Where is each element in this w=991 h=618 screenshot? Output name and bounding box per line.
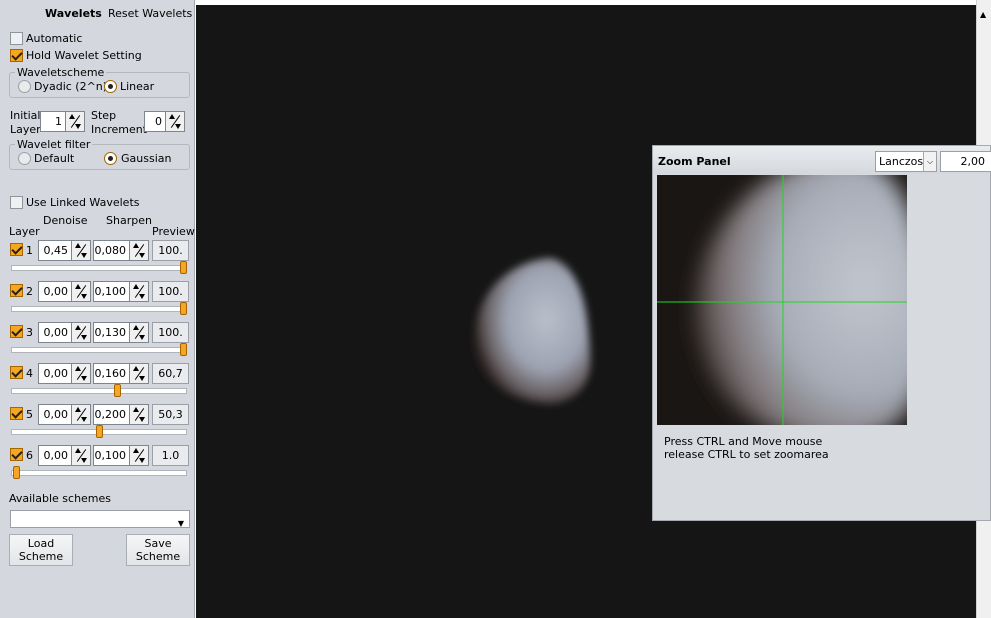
layer-enable-checkbox[interactable]	[10, 448, 23, 461]
interpolation-select[interactable]: Lanczos ⌵	[875, 151, 937, 172]
save-scheme-button[interactable]: Save Scheme	[126, 534, 190, 566]
scheme-select[interactable]: ▼	[10, 510, 190, 528]
zoom-preview[interactable]	[657, 175, 907, 425]
zoom-factor-field[interactable]: 2,00	[940, 151, 991, 172]
wavelet-filter-title: Wavelet filter	[15, 138, 93, 151]
waveletscheme-title: Waveletscheme	[15, 66, 107, 79]
linear-radio[interactable]	[104, 80, 117, 93]
layer-slider-thumb[interactable]	[113, 384, 121, 397]
sharpen-spinner[interactable]: 0,200	[93, 404, 149, 425]
gaussian-radio[interactable]	[104, 152, 117, 165]
available-schemes-label: Available schemes	[9, 492, 112, 505]
scroll-up-icon[interactable]: ▲	[980, 10, 986, 19]
linked-wavelets-checkbox[interactable]	[10, 196, 23, 209]
sharpen-spinner[interactable]: 0,100	[93, 445, 149, 466]
layer-slider-thumb[interactable]	[180, 343, 187, 356]
denoise-header: Denoise	[43, 214, 88, 227]
panel-title[interactable]: Wavelets	[45, 7, 102, 20]
step-label-1: Step	[91, 109, 117, 122]
spinner-arrows-icon[interactable]	[165, 112, 184, 131]
denoise-spinner[interactable]: 0,00	[38, 322, 91, 343]
layer-slider-track[interactable]	[11, 470, 187, 476]
denoise-spinner[interactable]: 0,00	[38, 363, 91, 384]
preview-button[interactable]: 100.	[152, 322, 189, 343]
layer-slider-track[interactable]	[11, 388, 187, 394]
layer-enable-checkbox[interactable]	[10, 243, 23, 256]
sharpen-spinner[interactable]: 0,100	[93, 281, 149, 302]
spinner-arrows-icon[interactable]	[129, 323, 148, 342]
initial-label-2: Layer	[10, 123, 41, 136]
automatic-label: Automatic	[26, 32, 83, 45]
gaussian-label: Gaussian	[121, 152, 172, 165]
preview-button[interactable]: 100.	[152, 281, 189, 302]
linked-wavelets-label: Use Linked Wavelets	[26, 196, 140, 209]
spinner-arrows-icon[interactable]	[71, 446, 90, 465]
layer-number: 6	[26, 449, 33, 462]
dropdown-arrow-icon[interactable]: ▼	[178, 514, 184, 533]
linear-label: Linear	[120, 80, 155, 93]
spinner-arrows-icon[interactable]	[129, 241, 148, 260]
denoise-spinner[interactable]: 0,00	[38, 404, 91, 425]
layer-enable-checkbox[interactable]	[10, 284, 23, 297]
zoom-panel[interactable]: Zoom Panel Lanczos ⌵ 2,00 Press CTRL and…	[652, 145, 991, 521]
spinner-arrows-icon[interactable]	[71, 364, 90, 383]
preview-header: Preview	[152, 225, 195, 238]
denoise-spinner[interactable]: 0,00	[38, 445, 91, 466]
layer-enable-checkbox[interactable]	[10, 325, 23, 338]
spinner-arrows-icon[interactable]	[71, 282, 90, 301]
spinner-arrows-icon[interactable]	[129, 446, 148, 465]
sharpen-spinner[interactable]: 0,130	[93, 322, 149, 343]
load-scheme-button[interactable]: Load Scheme	[9, 534, 73, 566]
sharpen-header: Sharpen	[106, 214, 152, 227]
preview-button[interactable]: 50,3	[152, 404, 189, 425]
spinner-arrows-icon[interactable]	[65, 112, 84, 131]
layer-number: 2	[26, 285, 33, 298]
layer-slider-thumb[interactable]	[12, 466, 20, 479]
layer-number: 3	[26, 326, 33, 339]
preview-button[interactable]: 1.0	[152, 445, 189, 466]
chevron-down-icon[interactable]: ⌵	[923, 152, 936, 171]
default-radio[interactable]	[18, 152, 31, 165]
zoomed-planet-image	[657, 175, 907, 425]
zoom-panel-title: Zoom Panel	[658, 155, 731, 168]
automatic-checkbox[interactable]	[10, 32, 23, 45]
layer-slider-track[interactable]	[11, 265, 187, 271]
hold-wavelet-checkbox[interactable]	[10, 49, 23, 62]
sharpen-spinner[interactable]: 0,080	[93, 240, 149, 261]
sharpen-spinner[interactable]: 0,160	[93, 363, 149, 384]
spinner-arrows-icon[interactable]	[129, 405, 148, 424]
spinner-arrows-icon[interactable]	[71, 405, 90, 424]
denoise-spinner[interactable]: 0,00	[38, 281, 91, 302]
initial-layer-spinner[interactable]: 1	[40, 111, 85, 132]
initial-label-1: Initial	[10, 109, 41, 122]
step-label-2: Increment	[91, 123, 148, 136]
spinner-arrows-icon[interactable]	[71, 241, 90, 260]
hold-wavelet-label: Hold Wavelet Setting	[26, 49, 142, 62]
layer-slider-track[interactable]	[11, 347, 187, 353]
zoom-hint-line2: release CTRL to set zoomarea	[664, 448, 829, 461]
reset-wavelets-button[interactable]: Reset Wavelets	[108, 7, 192, 20]
spinner-arrows-icon[interactable]	[129, 282, 148, 301]
layer-slider-track[interactable]	[11, 306, 187, 312]
layer-number: 1	[26, 244, 33, 257]
preview-button[interactable]: 100.	[152, 240, 189, 261]
spinner-arrows-icon[interactable]	[71, 323, 90, 342]
step-increment-spinner[interactable]: 0	[144, 111, 185, 132]
wavelet-panel: Wavelets Reset Wavelets Automatic Hold W…	[0, 0, 195, 618]
zoom-hint-line1: Press CTRL and Move mouse	[664, 435, 823, 448]
layer-number: 5	[26, 408, 33, 421]
spinner-arrows-icon[interactable]	[129, 364, 148, 383]
layer-enable-checkbox[interactable]	[10, 366, 23, 379]
layer-enable-checkbox[interactable]	[10, 407, 23, 420]
layer-number: 4	[26, 367, 33, 380]
preview-button[interactable]: 60,7	[152, 363, 189, 384]
dyadic-label: Dyadic (2^n)	[34, 80, 108, 93]
layer-slider-thumb[interactable]	[96, 425, 103, 438]
dyadic-radio[interactable]	[18, 80, 31, 93]
denoise-spinner[interactable]: 0,45	[38, 240, 91, 261]
layer-slider-thumb[interactable]	[180, 302, 187, 315]
default-label: Default	[34, 152, 75, 165]
layer-slider-thumb[interactable]	[180, 261, 187, 274]
layer-header: Layer	[9, 225, 40, 238]
